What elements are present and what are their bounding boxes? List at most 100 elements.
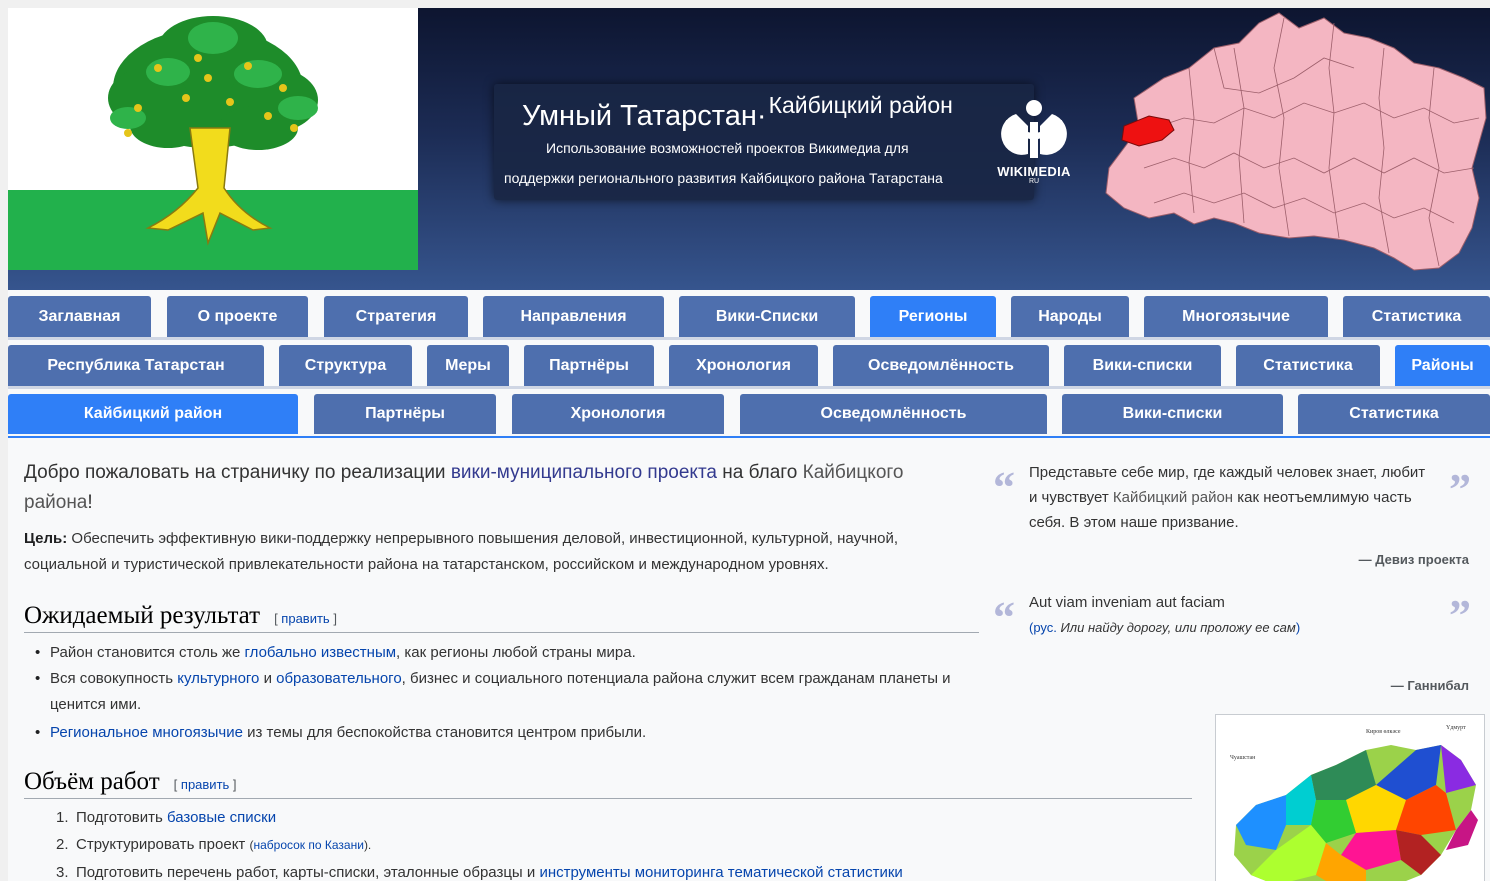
tab-about[interactable]: О проекте xyxy=(167,296,308,337)
edit-link-2[interactable]: править xyxy=(181,777,229,792)
tab-district-wiki-lists[interactable]: Вики-списки xyxy=(1062,394,1283,434)
item-text: и xyxy=(259,670,277,687)
translation-pre: (рус. xyxy=(1029,620,1061,635)
tab-district-statistics[interactable]: Статистика xyxy=(1298,394,1490,434)
quote-translation: (рус. Или найду дорогу, или проложу ее с… xyxy=(1029,615,1437,640)
quote-close-icon: ” xyxy=(1449,591,1471,640)
site-header: Умный Татарстан·Кайбицкий район Использо… xyxy=(8,8,1490,290)
item-text: ). xyxy=(363,838,372,852)
item-text: , как регионы любой страны мира. xyxy=(396,644,636,661)
tab-kaibitsky-district[interactable]: Кайбицкий район xyxy=(8,394,298,434)
item-text: Подготовить xyxy=(76,809,167,826)
hannibal-quote-source: — Ганнибал xyxy=(1390,678,1469,693)
edit-bracket-open: [ xyxy=(173,777,181,792)
cultural-link[interactable]: культурного xyxy=(177,670,259,687)
welcome-text: Добро пожаловать на страничку по реализа… xyxy=(24,458,974,518)
edit-link-1[interactable]: править xyxy=(281,611,329,626)
section-scope-heading: Объём работ [ править ] xyxy=(24,768,237,796)
monitoring-tools-link[interactable]: инструменты мониторинга тематической ста… xyxy=(539,864,902,881)
tab-district-awareness[interactable]: Осведомлённость xyxy=(740,394,1047,434)
welcome-mid: на благо xyxy=(717,462,803,483)
translation-post: ) xyxy=(1295,620,1301,635)
scope-list: 1. Подготовить базовые списки 2. Структури… xyxy=(24,804,1174,881)
wikimedia-logo[interactable]: WIKIMEDIA RU xyxy=(988,96,1080,192)
tab-directions[interactable]: Направления xyxy=(483,296,664,337)
section-expected-result-heading: Ожидаемый результат [ править ] xyxy=(24,602,337,630)
wikimedia-logo-text: WIKIMEDIA xyxy=(997,164,1071,179)
motto-quote-text: Представьте себе мир, где каждый человек… xyxy=(1029,460,1437,535)
list-item: 3. Подготовить перечень работ, карты-спис… xyxy=(24,859,1174,881)
quote-latin-text: Aut viam inveniam aut faciam xyxy=(1029,594,1225,611)
district-map-image: Чуашстан Киров өлкәсе Үдмурт Чуашстан Са… xyxy=(1216,715,1484,881)
tab-strategy[interactable]: Стратегия xyxy=(324,296,468,337)
tab-district-partners[interactable]: Партнёры xyxy=(314,394,496,434)
nav-row-main: Заглавная О проекте Стратегия Направлени… xyxy=(8,296,1490,340)
base-lists-link[interactable]: базовые списки xyxy=(167,809,276,826)
tab-home[interactable]: Заглавная xyxy=(8,296,151,337)
section-scope-title: Объём работ xyxy=(24,768,160,795)
site-title-region: Кайбицкий район xyxy=(768,92,953,118)
list-item: 1. Подготовить базовые списки xyxy=(24,804,1174,831)
main-content: Добро пожаловать на страничку по реализа… xyxy=(8,444,1490,881)
section-divider xyxy=(24,798,1192,799)
wikimedia-icon xyxy=(1001,100,1067,158)
district-map-thumbnail[interactable]: Чуашстан Киров өлкәсе Үдмурт Чуашстан Са… xyxy=(1215,714,1485,881)
quote-open-icon: “ xyxy=(993,593,1015,642)
tab-chronology[interactable]: Хронология xyxy=(669,345,818,386)
svg-text:Үдмурт: Үдмурт xyxy=(1446,725,1466,731)
tab-statistics-2[interactable]: Статистика xyxy=(1236,345,1380,386)
wikimedia-logo-sub: RU xyxy=(1028,178,1040,185)
kazan-draft-link[interactable]: набросок по Казани xyxy=(253,838,363,852)
list-item: 2. Структурировать проект (набросок по Ка… xyxy=(24,831,1174,859)
section-divider xyxy=(24,632,979,633)
section-expected-result-title: Ожидаемый результат xyxy=(24,602,261,629)
tab-multilingual[interactable]: Многоязычие xyxy=(1144,296,1328,337)
tatarstan-map-image xyxy=(1105,12,1487,271)
tab-regions[interactable]: Регионы xyxy=(870,296,996,337)
edit-section-1: [ править ] xyxy=(274,611,337,626)
svg-text:Киров өлкәсе: Киров өлкәсе xyxy=(1366,729,1401,735)
svg-text:Чуашстан: Чуашстан xyxy=(1230,755,1256,761)
tab-awareness[interactable]: Осведомлённость xyxy=(833,345,1049,386)
global-known-link[interactable]: глобально известным xyxy=(245,644,397,661)
item-text: из темы для беспокойства становится цент… xyxy=(242,724,647,741)
nav-row-district: Кайбицкий район Партнёры Хронология Осве… xyxy=(8,394,1490,438)
tab-district-chronology[interactable]: Хронология xyxy=(512,394,724,434)
list-item: Район становится столь же глобально изве… xyxy=(24,640,974,666)
hannibal-quote-text: Aut viam inveniam aut faciam (рус. Или н… xyxy=(1029,590,1437,640)
tab-partners[interactable]: Партнёры xyxy=(524,345,654,386)
tab-structure[interactable]: Структура xyxy=(279,345,412,386)
item-text: Структурировать проект xyxy=(76,836,250,853)
edit-bracket-close: ] xyxy=(329,611,337,626)
motto-quote: “ Представьте себе мир, где каждый челов… xyxy=(993,460,1479,580)
tab-wiki-lists-2[interactable]: Вики-списки xyxy=(1064,345,1221,386)
expected-results-list: Район становится столь же глобально изве… xyxy=(24,640,974,746)
goal-label: Цель: xyxy=(24,530,68,547)
list-item: Вся совокупность культурного и образоват… xyxy=(24,666,974,718)
site-title: Умный Татарстан·Кайбицкий район xyxy=(522,92,953,132)
wiki-municipal-project-link[interactable]: вики-муниципального проекта xyxy=(451,462,717,483)
hannibal-quote: “ Aut viam inveniam aut faciam (рус. Или… xyxy=(993,590,1479,700)
list-item: Региональное многоязычие из темы для бес… xyxy=(24,720,974,746)
tab-peoples[interactable]: Народы xyxy=(1011,296,1129,337)
edit-bracket-close: ] xyxy=(229,777,237,792)
tab-measures[interactable]: Меры xyxy=(427,345,509,386)
nav-row-republic: Республика Татарстан Структура Меры Парт… xyxy=(8,345,1490,389)
regional-multilingualism-link[interactable]: Региональное многоязычие xyxy=(50,724,243,741)
translation-text: Или найду дорогу, или проложу ее сам xyxy=(1060,620,1296,635)
tab-republic[interactable]: Республика Татарстан xyxy=(8,345,264,386)
motto-quote-source: — Девиз проекта xyxy=(1358,552,1469,567)
tree-emblem-icon xyxy=(108,16,318,246)
goal-body: Обеспечить эффективную вики-поддержку не… xyxy=(24,530,899,573)
tab-districts[interactable]: Районы xyxy=(1395,345,1490,386)
item-text: Вся совокупность xyxy=(50,670,178,687)
edit-section-2: [ править ] xyxy=(174,777,237,792)
quote-open-icon: “ xyxy=(993,463,1015,512)
educational-link[interactable]: образовательного xyxy=(276,670,402,687)
tab-wiki-lists[interactable]: Вики-Списки xyxy=(679,296,855,337)
goal-text: Цель: Обеспечить эффективную вики-поддер… xyxy=(24,526,984,578)
welcome-end: ! xyxy=(87,492,93,513)
tab-statistics[interactable]: Статистика xyxy=(1343,296,1490,337)
kaibitsky-district-link[interactable]: Кайбицкий район xyxy=(1113,489,1233,506)
site-title-box: Умный Татарстан·Кайбицкий район Использо… xyxy=(494,84,1034,200)
